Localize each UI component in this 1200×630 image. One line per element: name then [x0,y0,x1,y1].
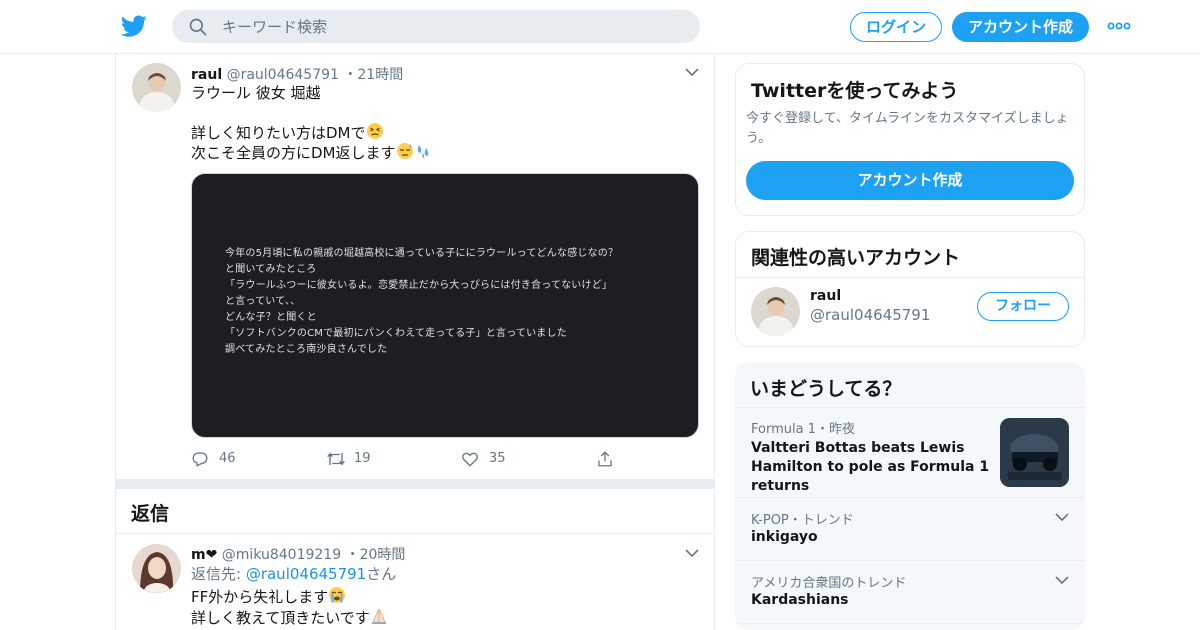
tweet-timestamp[interactable]: 21時間 [357,67,403,83]
top-navigation-bar: ログイン アカウント作成 [0,0,1200,54]
dot-separator: ・ [343,67,358,83]
tweet-actions: 46 19 35 [191,449,691,469]
reply-to-suffix: さん [366,565,397,583]
chevron-down-icon[interactable] [1055,576,1069,585]
loudly-crying-face-emoji-icon [329,587,346,603]
avatar[interactable] [132,544,181,593]
replies-title: 返信 [131,503,170,525]
signup-card-description: 今すぐ登録して、タイムラインをカスタマイズしましょう。 [746,111,1069,146]
related-account-name[interactable]: raul [810,288,841,304]
section-separator [116,479,714,489]
tweet-author-handle[interactable]: @raul04645791 [227,67,339,83]
tweet-text-line: ラウール 彼女 堀越 [191,84,321,102]
race-car-photo-icon [1000,418,1069,487]
signup-button[interactable]: アカウント作成 [952,12,1089,42]
search-icon [189,18,207,36]
retweet-count: 19 [354,451,371,466]
image-text-line: 「ソフトバンクのCMで最初にパンくわえて走ってる子」と言っていました [225,328,567,339]
signup-card: Twitterを使ってみよう 今すぐ登録して、タイムラインをカスタマイズしましょ… [735,63,1085,216]
profile-photo-icon [751,287,800,336]
trend-item[interactable]: K-POP・トレンド inkigayo [735,497,1085,560]
share-icon [598,451,612,467]
image-text-line: と聞いてみたところ [225,264,317,275]
retweet-icon [327,452,345,466]
dot-separator: ・ [345,547,360,563]
related-accounts-card: 関連性の高いアカウント raul @raul04645791 フォロー [735,231,1085,347]
image-text-line: どんな子？と聞くと [225,312,317,323]
reply-text-line: FF外から失礼します [191,586,346,607]
trend-divider [735,623,1085,630]
trend-meta: Formula 1・昨夜 [751,422,855,437]
tweet-text-line: 詳しく知りたい方はDMで [191,122,384,143]
reply-tweet[interactable]: m❤ @miku84019219 ・20時間 返信先: @raul0464579… [116,534,714,630]
persevering-face-emoji-icon [366,123,383,139]
reply-count: 46 [219,451,236,466]
profile-photo-icon [132,544,181,593]
sweat-droplets-emoji-icon [417,145,428,158]
tweet-author-name[interactable]: raul [191,67,222,83]
tweet-header: raul @raul04645791 ・21時間 [191,64,403,84]
trend-title: inkigayo [751,529,818,545]
reply-icon [192,452,208,467]
related-account-handle[interactable]: @raul04645791 [810,306,930,324]
image-text-line: 今年の5月頃に私の親戚の堀越高校に通っている子ににラウールってどんな感じなの？ [225,248,619,259]
more-options-icon[interactable] [1107,19,1131,33]
reply-text-segment: 詳しく教えて頂きたいです [191,609,370,627]
reply-text-segment: FF外から失礼します [191,588,329,606]
chevron-down-icon[interactable] [1055,513,1069,522]
chevron-down-icon[interactable] [685,549,699,558]
search-input[interactable] [222,10,682,43]
signup-card-title: Twitterを使ってみよう [751,80,959,102]
tweet[interactable]: raul @raul04645791 ・21時間 ラウール 彼女 堀越 詳しく知… [116,54,714,479]
trend-item[interactable]: アメリカ合衆国のトレンド Kardashians [735,560,1085,623]
trend-item[interactable]: Formula 1・昨夜 Valtteri Bottas beats Lewis… [735,407,1085,497]
reply-header: m❤ @miku84019219 ・20時間 [191,544,405,564]
trend-title: Kardashians [751,592,849,608]
profile-photo-icon [132,63,181,112]
trends-title: いまどうしてる？ [750,378,902,400]
heart-icon [462,452,478,467]
reply-text-line: 詳しく教えて頂きたいです [191,607,388,628]
reply-to-line: 返信先: @raul04645791さん [191,565,396,584]
login-button[interactable]: ログイン [850,12,942,42]
trend-title: Valtteri Bottas beats Lewis Hamilton to … [751,440,990,494]
divider [736,277,1084,278]
tweet-image[interactable]: 今年の5月頃に私の親戚の堀越高校に通っている子ににラウールってどんな感じなの？ … [191,173,699,438]
avatar[interactable] [132,63,181,112]
reply-to-prefix: 返信先: [191,565,246,583]
replies-header: 返信 [116,489,714,534]
reply-author-handle[interactable]: @miku84019219 [222,547,341,563]
twitter-bird-logo-icon[interactable] [120,13,148,39]
search-bar [172,10,700,43]
tweet-text-line: 次こそ全員の方にDM返します [191,142,432,163]
folded-hands-emoji-icon [371,608,386,624]
chevron-down-icon[interactable] [685,68,699,77]
follow-button[interactable]: フォロー [977,292,1069,321]
trend-meta: K-POP・トレンド [751,513,854,528]
trend-meta: アメリカ合衆国のトレンド [751,576,907,591]
trend-thumbnail[interactable] [1000,418,1069,487]
reply-timestamp[interactable]: 20時間 [360,547,406,563]
image-text-line: 「ラウールふつーに彼女いるよ。恋愛禁止だから大っぴらには付き合ってないけど」 [225,280,613,291]
trends-card: いまどうしてる？ Formula 1・昨夜 Valtteri Bottas be… [735,362,1085,630]
downcast-sweat-face-emoji-icon [396,143,413,159]
signup-card-button[interactable]: アカウント作成 [746,161,1074,200]
reply-to-handle-link[interactable]: @raul04645791 [246,565,366,583]
main-timeline-column: raul @raul04645791 ・21時間 ラウール 彼女 堀越 詳しく知… [115,54,715,630]
image-text-line: と言っていて、、 [225,296,301,307]
avatar[interactable] [751,287,800,336]
like-count: 35 [489,451,506,466]
related-accounts-title: 関連性の高いアカウント [751,247,961,269]
tweet-text-segment: 詳しく知りたい方はDMで [191,124,366,142]
image-text-line: 調べてみたところ南沙良さんでした [225,344,388,355]
tweet-text-segment: 次こそ全員の方にDM返します [191,144,396,162]
reply-author-name[interactable]: m❤ [191,547,217,563]
